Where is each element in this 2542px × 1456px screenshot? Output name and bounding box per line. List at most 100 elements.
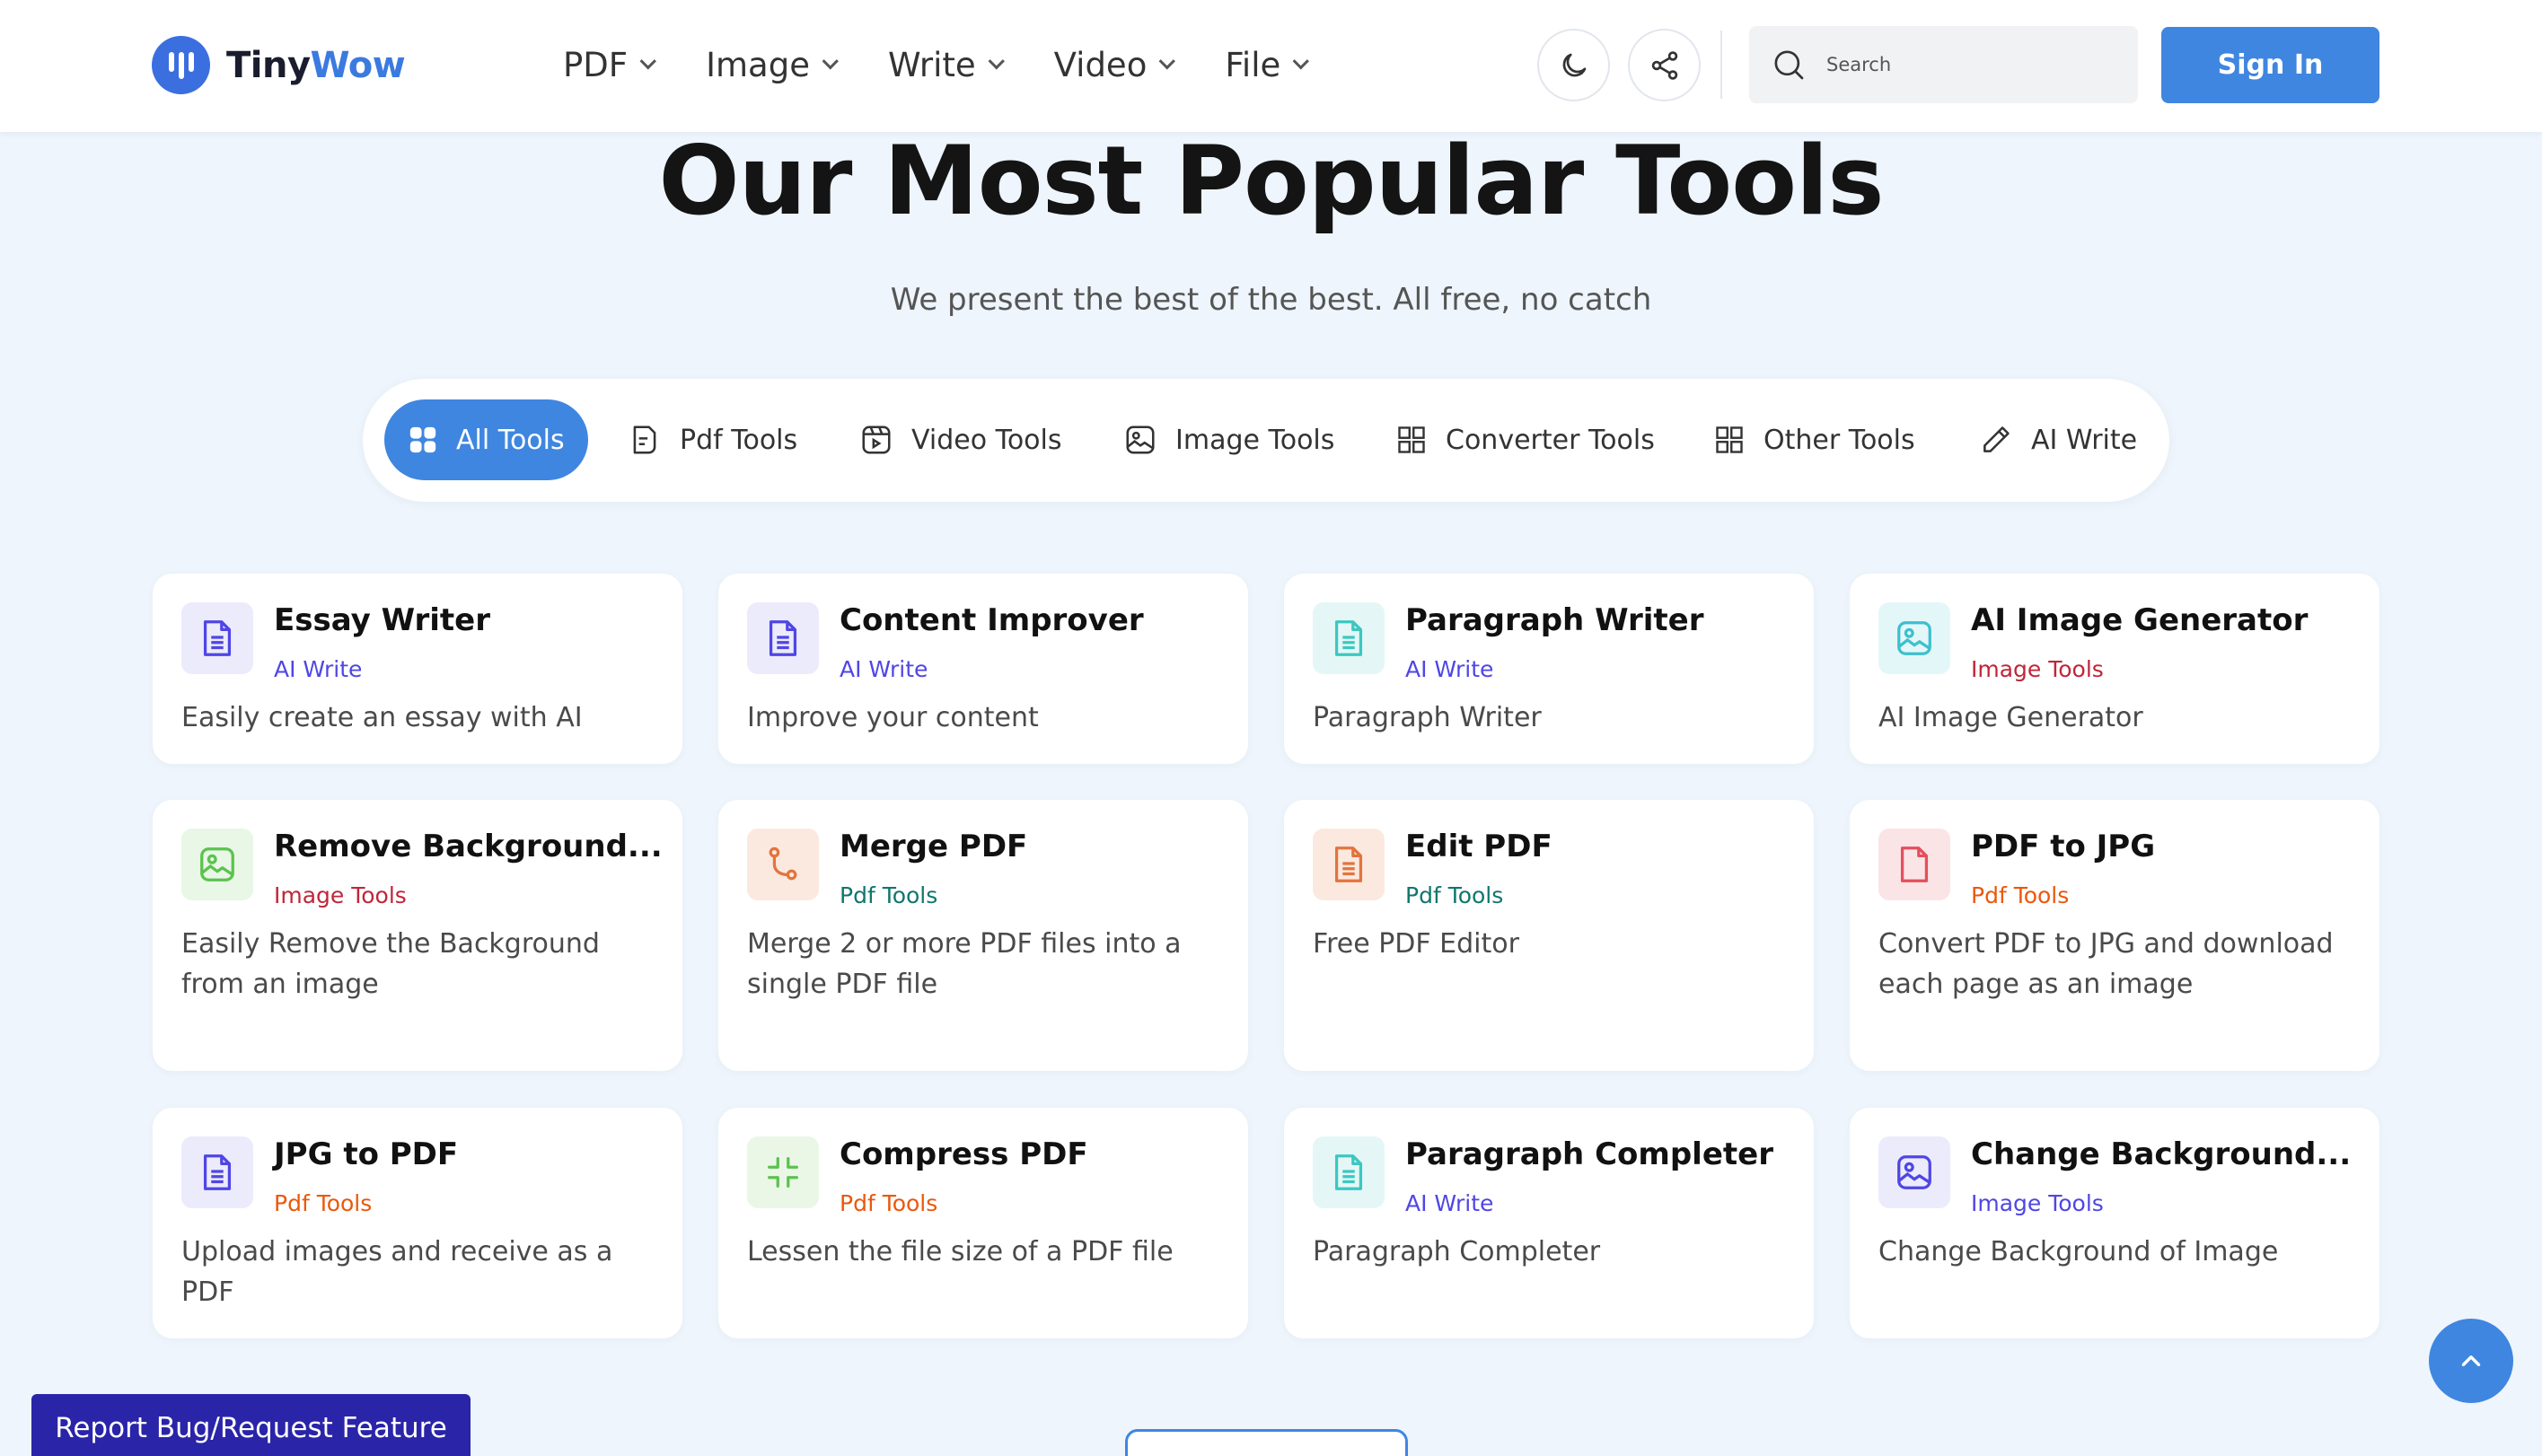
grid-dots-icon [408, 425, 438, 455]
tool-card-merge-pdf[interactable]: Merge PDF Pdf Tools Merge 2 or more PDF … [718, 800, 1248, 1071]
tab-other-tools[interactable]: Other Tools [1713, 399, 1915, 480]
tab-image-tools[interactable]: Image Tools [1123, 399, 1334, 480]
chevron-down-icon [639, 52, 657, 69]
document-icon [181, 1136, 253, 1208]
tool-card-jpg-to-pdf[interactable]: JPG to PDF Pdf Tools Upload images and r… [153, 1108, 682, 1338]
nav-pdf[interactable]: PDF [563, 39, 657, 90]
tool-description: Change Background of Image [1878, 1236, 2279, 1267]
grid-icon [1395, 424, 1428, 456]
tool-description: Easily create an essay with AI [181, 702, 583, 733]
share-button[interactable] [1628, 29, 1701, 101]
logo-icon [152, 36, 210, 94]
brand-name: TinyWow [226, 44, 406, 86]
pencil-icon [1979, 423, 2013, 457]
tool-card-essay-writer[interactable]: Essay Writer AI Write Easily create an e… [153, 574, 682, 764]
chevron-down-icon [822, 52, 839, 69]
tool-card-edit-pdf[interactable]: Edit PDF Pdf Tools Free PDF Editor [1284, 800, 1814, 1071]
header-divider [1720, 31, 1722, 99]
tab-converter-tools[interactable]: Converter Tools [1395, 399, 1655, 480]
tool-category: Pdf Tools [840, 882, 938, 908]
tool-category: AI Write [274, 656, 363, 682]
document-icon [747, 602, 819, 674]
tab-label: Other Tools [1764, 424, 1915, 456]
tool-description: Easily Remove the Background from an ima… [181, 928, 600, 1000]
chevron-down-icon [1292, 52, 1310, 69]
tab-label: Video Tools [911, 424, 1062, 456]
tab-label: All Tools [456, 424, 565, 456]
tool-card-content-improver[interactable]: Content Improver AI Write Improve your c… [718, 574, 1248, 764]
nav-video[interactable]: Video [1053, 39, 1176, 90]
search-icon [1774, 50, 1804, 80]
tool-title: Edit PDF [1405, 829, 1552, 864]
nav-label: Video [1053, 45, 1148, 84]
top-header: TinyWow PDF Image Write Video File Searc… [0, 0, 2542, 132]
nav-label: Write [887, 45, 976, 84]
tool-description: Convert PDF to JPG and download each pag… [1878, 928, 2334, 1000]
brand-name-part2: Wow [310, 44, 406, 86]
tool-title: Remove Background... [274, 829, 663, 864]
logo[interactable]: TinyWow [152, 36, 406, 94]
document-icon [1313, 602, 1385, 674]
page-subtitle: We present the best of the best. All fre… [890, 282, 1652, 318]
tool-description: Free PDF Editor [1313, 928, 1519, 960]
nav-write[interactable]: Write [887, 39, 1005, 90]
tab-video-tools[interactable]: Video Tools [859, 399, 1062, 480]
tool-title: AI Image Generator [1971, 602, 2309, 638]
tab-pdf-tools[interactable]: Pdf Tools [628, 399, 797, 480]
tool-category: Pdf Tools [1405, 882, 1504, 908]
tool-description: Lessen the file size of a PDF file [747, 1236, 1174, 1267]
tool-category: Image Tools [274, 882, 407, 908]
tab-all-tools[interactable]: All Tools [384, 399, 588, 480]
grid-icon [1713, 424, 1746, 456]
dark-mode-button[interactable] [1537, 29, 1610, 101]
tool-category: Pdf Tools [840, 1190, 938, 1216]
tool-card-paragraph-writer[interactable]: Paragraph Writer AI Write Paragraph Writ… [1284, 574, 1814, 764]
document-icon [1313, 1136, 1385, 1208]
scroll-to-top-button[interactable] [2429, 1319, 2513, 1403]
tool-filter-tabs: All Tools Pdf Tools Video Tools Image To… [363, 379, 2169, 502]
tool-description: AI Image Generator [1878, 702, 2143, 733]
tool-card-ai-image-generator[interactable]: AI Image Generator Image Tools AI Image … [1850, 574, 2379, 764]
tool-description: Merge 2 or more PDF files into a single … [747, 928, 1182, 1000]
main-nav: PDF Image Write Video File [563, 39, 1359, 90]
tool-description: Upload images and receive as a PDF [181, 1236, 613, 1308]
image-icon [181, 829, 253, 900]
chevron-up-icon [2461, 1355, 2481, 1366]
tab-ai-write[interactable]: AI Write [1979, 399, 2137, 480]
view-all-tools-button[interactable] [1125, 1429, 1408, 1456]
nav-file[interactable]: File [1225, 39, 1310, 90]
tool-category: AI Write [1405, 656, 1494, 682]
tool-category: Pdf Tools [1971, 882, 2070, 908]
nav-image[interactable]: Image [706, 39, 839, 90]
report-bug-button[interactable]: Report Bug/Request Feature [31, 1394, 471, 1456]
sign-in-button[interactable]: Sign In [2161, 27, 2379, 103]
nav-label: PDF [563, 45, 629, 84]
tool-card-change-background[interactable]: Change Background... Image Tools Change … [1850, 1108, 2379, 1338]
nav-label: File [1225, 45, 1281, 84]
tool-title: Compress PDF [840, 1136, 1088, 1172]
image-icon [1878, 602, 1950, 674]
tool-card-remove-background[interactable]: Remove Background... Image Tools Easily … [153, 800, 682, 1071]
video-icon [859, 423, 893, 457]
tab-label: AI Write [2031, 424, 2138, 456]
image-icon [1878, 1136, 1950, 1208]
tool-category: Pdf Tools [274, 1190, 373, 1216]
merge-icon [747, 829, 819, 900]
tool-title: Paragraph Completer [1405, 1136, 1773, 1172]
tool-card-paragraph-completer[interactable]: Paragraph Completer AI Write Paragraph C… [1284, 1108, 1814, 1338]
tool-card-compress-pdf[interactable]: Compress PDF Pdf Tools Lessen the file s… [718, 1108, 1248, 1338]
tool-title: Essay Writer [274, 602, 491, 638]
moon-icon [1562, 53, 1586, 76]
tool-description: Improve your content [747, 702, 1039, 733]
tool-title: Merge PDF [840, 829, 1028, 864]
tool-card-pdf-to-jpg[interactable]: PDF to JPG Pdf Tools Convert PDF to JPG … [1850, 800, 2379, 1071]
chevron-down-icon [988, 52, 1005, 69]
tool-title: JPG to PDF [274, 1136, 459, 1172]
brand-name-part1: Tiny [226, 44, 311, 86]
tool-title: Content Improver [840, 602, 1144, 638]
pdf-file-icon [628, 423, 662, 457]
compress-icon [747, 1136, 819, 1208]
tool-category: Image Tools [1971, 1190, 2104, 1216]
search-input[interactable]: Search [1749, 26, 2138, 103]
tab-label: Pdf Tools [680, 424, 798, 456]
